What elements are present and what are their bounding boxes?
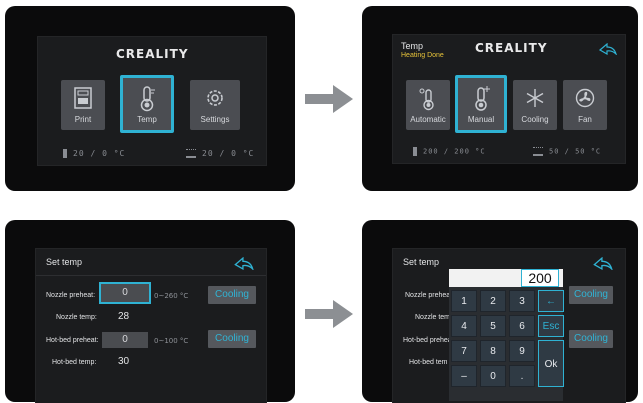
bed-cooling-button[interactable]: Cooling xyxy=(569,330,613,348)
fan-icon xyxy=(575,88,595,108)
key-3[interactable]: 3 xyxy=(509,290,535,312)
back-arrow-icon[interactable] xyxy=(599,43,617,55)
bed-preheat-label: Hot-bed preheat: xyxy=(46,337,99,344)
nozzle-status: 200 / 200 °C xyxy=(413,147,486,156)
tile-fan[interactable]: Fan xyxy=(563,80,607,130)
device-panel-1: CREALITY Print Temp Settings 20 / 0 °C 2… xyxy=(5,6,295,191)
title-divider xyxy=(36,275,266,276)
nozzle-status-text: 20 / 0 °C xyxy=(73,149,126,158)
nozzle-cooling-button[interactable]: Cooling xyxy=(208,286,256,304)
nozzle-icon xyxy=(63,149,67,158)
key-minus[interactable]: – xyxy=(451,365,477,387)
tile-manual-label: Manual xyxy=(467,115,495,124)
tile-settings[interactable]: Settings xyxy=(190,80,240,130)
creality-logo: CREALITY xyxy=(116,47,189,61)
bed-preheat-label: Hot-bed prehea xyxy=(403,337,452,344)
bed-temp-label: Hot-bed temp: xyxy=(52,359,97,366)
bed-icon xyxy=(186,149,196,158)
tile-automatic-label: Automatic xyxy=(410,115,446,124)
screen-home: CREALITY Print Temp Settings 20 / 0 °C 2… xyxy=(37,36,267,166)
numeric-keypad: 200 1 2 3 ← 4 5 6 Esc 7 8 9 –0. Ok xyxy=(449,269,564,401)
print-icon xyxy=(74,87,92,109)
tile-fan-label: Fan xyxy=(578,115,592,124)
bed-cooling-button[interactable]: Cooling xyxy=(208,330,256,348)
nozzle-status: 20 / 0 °C xyxy=(63,149,125,158)
nozzle-temp-label: Nozzle temp: xyxy=(56,314,97,321)
device-panel-2: Temp Heating Done CREALITY Automatic Man… xyxy=(362,6,638,191)
keypad-value: 200 xyxy=(521,269,559,287)
arrow-right-icon xyxy=(305,85,353,113)
screen-temp: Temp Heating Done CREALITY Automatic Man… xyxy=(392,34,626,164)
nozzle-preheat-input[interactable]: 0 xyxy=(99,282,151,304)
page-title: Temp xyxy=(401,41,424,51)
keypad-display[interactable]: 200 xyxy=(449,269,563,287)
gear-icon xyxy=(207,90,223,106)
thermometer-plus-icon xyxy=(475,86,490,111)
key-dot[interactable]: . xyxy=(509,365,535,387)
key-ok[interactable]: Ok xyxy=(538,340,564,387)
snowflake-icon xyxy=(526,89,544,107)
nozzle-preheat-label: Nozzle prehea xyxy=(405,292,451,299)
bed-status-text: 50 / 50 °C xyxy=(549,147,602,156)
creality-logo: CREALITY xyxy=(475,41,548,55)
key-esc[interactable]: Esc xyxy=(538,315,564,337)
tile-settings-label: Settings xyxy=(200,115,230,124)
page-title: Set temp xyxy=(403,257,440,267)
key-1[interactable]: 1 xyxy=(451,290,477,312)
screen-set-temp: Set temp Nozzle preheat: 0 0~260 °C Cool… xyxy=(35,248,267,403)
bed-temp-value: 30 xyxy=(118,356,130,367)
thermometer-auto-icon xyxy=(419,88,434,111)
tile-cooling[interactable]: Cooling xyxy=(513,80,557,130)
heating-status: Heating Done xyxy=(401,52,444,59)
bed-status: 50 / 50 °C xyxy=(533,147,601,156)
bed-range: 0~100 °C xyxy=(154,337,189,345)
device-panel-3: Set temp Nozzle preheat: 0 0~260 °C Cool… xyxy=(5,220,295,403)
screen-keypad: Set temp Nozzle prehea Nozzle tem Hot-be… xyxy=(392,248,626,403)
bed-preheat-input[interactable]: 0 xyxy=(102,332,148,348)
key-6[interactable]: 6 xyxy=(509,315,535,337)
key-9[interactable]: 9 xyxy=(509,340,535,362)
bed-icon xyxy=(533,147,543,156)
nozzle-icon xyxy=(413,147,417,156)
key-backspace[interactable]: ← xyxy=(538,290,564,312)
nozzle-preheat-label: Nozzle preheat: xyxy=(46,292,96,299)
tile-manual[interactable]: Manual xyxy=(455,75,507,133)
tile-print[interactable]: Print xyxy=(61,80,105,130)
key-7[interactable]: 7 xyxy=(451,340,477,362)
bed-temp-label: Hot-bed tem xyxy=(409,359,448,366)
key-2[interactable]: 2 xyxy=(480,290,506,312)
nozzle-status-text: 200 / 200 °C xyxy=(423,147,486,156)
nozzle-temp-value: 28 xyxy=(118,311,130,322)
key-8[interactable]: 8 xyxy=(480,340,506,362)
bed-status: 20 / 0 °C xyxy=(186,149,254,158)
back-arrow-icon[interactable] xyxy=(234,257,254,270)
tile-automatic[interactable]: Automatic xyxy=(406,80,450,130)
thermometer-icon xyxy=(140,86,155,112)
tile-cooling-label: Cooling xyxy=(521,115,549,124)
key-4[interactable]: 4 xyxy=(451,315,477,337)
nozzle-temp-label: Nozzle tem xyxy=(415,314,451,321)
tile-print-label: Print xyxy=(74,115,92,124)
key-5[interactable]: 5 xyxy=(480,315,506,337)
tile-temp-label: Temp xyxy=(137,115,157,124)
bed-status-text: 20 / 0 °C xyxy=(202,149,255,158)
page-title: Set temp xyxy=(46,257,83,267)
key-0[interactable]: 0 xyxy=(480,365,506,387)
nozzle-range: 0~260 °C xyxy=(154,292,189,300)
nozzle-cooling-button[interactable]: Cooling xyxy=(569,286,613,304)
arrow-right-icon xyxy=(305,300,353,328)
tile-temp[interactable]: Temp xyxy=(120,75,174,133)
back-arrow-icon[interactable] xyxy=(593,257,613,270)
device-panel-4: Set temp Nozzle prehea Nozzle tem Hot-be… xyxy=(362,220,638,403)
